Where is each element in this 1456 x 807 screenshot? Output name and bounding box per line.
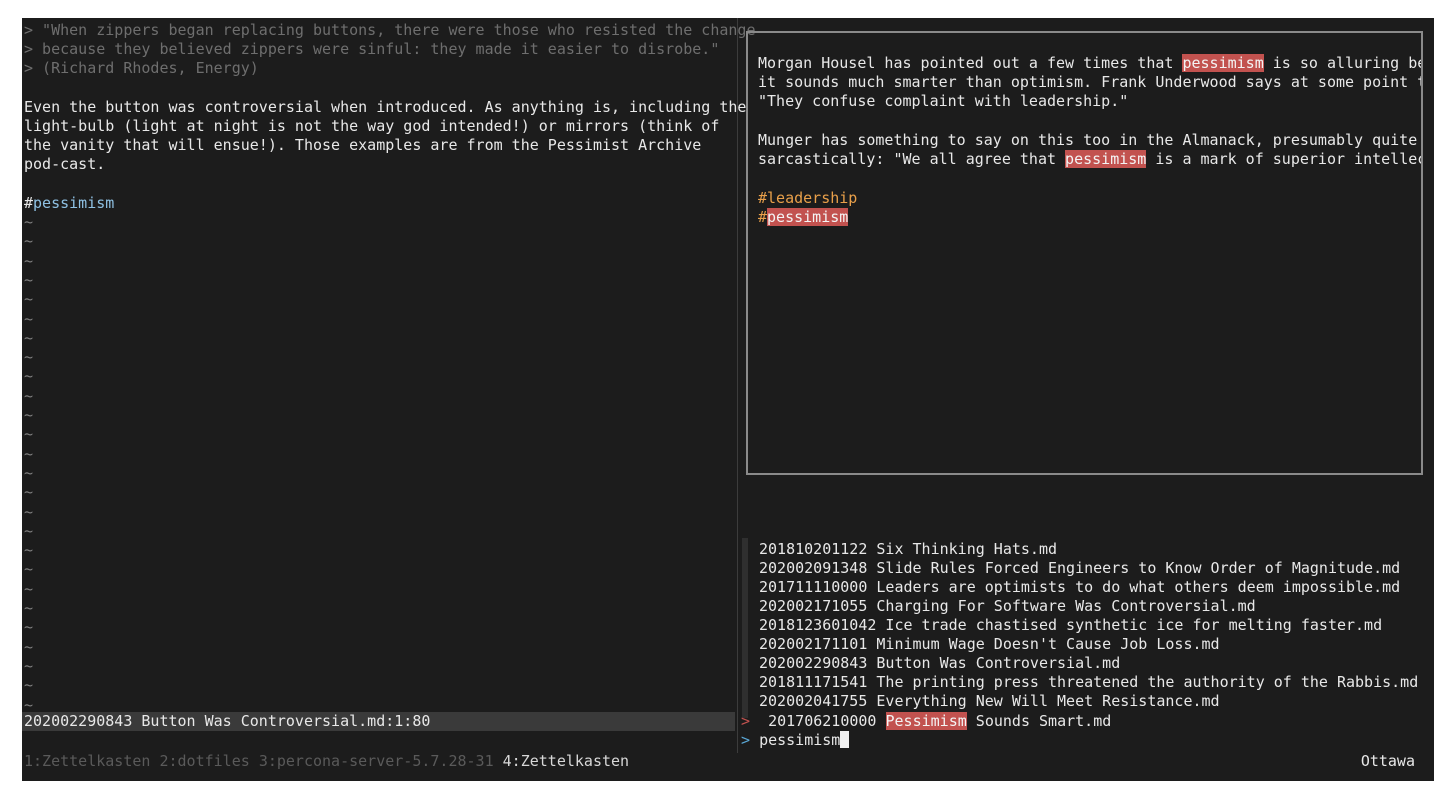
tag-line: #pessimism <box>24 194 114 213</box>
tmux-window[interactable]: 3:percona-server-5.7.28-31 <box>259 752 494 770</box>
quote-line: > "When zippers began replacing buttons,… <box>24 21 756 39</box>
result-item[interactable]: 202002091348 Slide Rules Forced Engineer… <box>759 559 1400 578</box>
editor-status-line: 202002290843 Button Was Controversial.md… <box>22 712 735 731</box>
tilde-marker: ~ <box>24 483 34 502</box>
tilde-marker: ~ <box>24 541 34 560</box>
tilde-marker: ~ <box>24 444 34 463</box>
tag-hash: # <box>758 208 768 226</box>
preview-line: "They confuse complaint with leadership.… <box>758 92 1129 110</box>
match-highlight: pessimism <box>1065 150 1147 168</box>
result-title: Sounds Smart.md <box>966 712 1112 730</box>
preview-tag-leadership: #leadership <box>758 189 858 207</box>
tag-pessimism[interactable]: pessimism <box>33 194 114 212</box>
result-item[interactable]: 202002290843 Button Was Controversial.md <box>759 654 1120 673</box>
tilde-marker: ~ <box>24 328 34 347</box>
tilde-marker: ~ <box>24 618 34 637</box>
tmux-window-list: 1:Zettelkasten 2:dotfiles 3:percona-serv… <box>24 752 629 771</box>
tilde-marker: ~ <box>24 599 34 617</box>
tmux-window[interactable]: 1:Zettelkasten <box>24 752 150 770</box>
tilde-marker: ~ <box>24 290 34 309</box>
tilde-marker: ~ <box>24 560 34 579</box>
preview-line: Munger has something to say on this too … <box>758 131 1418 149</box>
result-item[interactable]: 202002171101 Minimum Wage Doesn't Cause … <box>759 635 1220 654</box>
tilde-marker: ~ <box>24 309 34 328</box>
body-line: pod-cast. <box>24 155 106 173</box>
tilde-marker: ~ <box>24 637 34 656</box>
tmux-window[interactable]: 2:dotfiles <box>159 752 249 770</box>
tmux-session-name: Ottawa <box>1360 752 1415 770</box>
tag-hash: # <box>24 194 34 212</box>
tilde-marker: ~ <box>24 406 34 424</box>
preview-text: Morgan Housel has pointed out a few time… <box>758 54 1183 72</box>
search-prompt[interactable]: > pessimism <box>741 731 850 750</box>
selection-marker-icon: > <box>741 712 751 730</box>
tilde-marker: ~ <box>24 232 34 251</box>
tilde-marker: ~ <box>24 579 34 598</box>
preview-text: is so alluring bec <box>1263 54 1423 72</box>
prompt-chevron-icon: > <box>741 731 751 749</box>
result-id: 201706210000 <box>768 712 886 730</box>
tilde-marker: ~ <box>24 656 34 675</box>
tilde-marker: ~ <box>24 463 34 482</box>
results-gutter <box>742 538 748 718</box>
tilde-marker: ~ <box>24 348 34 367</box>
search-input[interactable]: pessimism <box>759 731 840 749</box>
body-line: light-bulb (light at night is not the wa… <box>24 117 720 135</box>
result-item[interactable]: 201711110000 Leaders are optimists to do… <box>759 578 1400 597</box>
preview-box: Morgan Housel has pointed out a few time… <box>746 31 1423 475</box>
result-item[interactable]: 202002171055 Charging For Software Was C… <box>759 597 1256 616</box>
match-highlight: pessimism <box>767 208 849 226</box>
tilde-marker: ~ <box>24 251 34 270</box>
text-cursor <box>840 731 850 748</box>
result-item[interactable]: 202002041755 Everything New Will Meet Re… <box>759 692 1220 711</box>
tilde-marker: ~ <box>24 502 34 521</box>
body-line: Even the button was controversial when i… <box>24 98 747 116</box>
preview-line: sarcastically: "We all agree that pessim… <box>758 150 1423 169</box>
preview-tag-pessimism: #pessimism <box>758 208 849 227</box>
tilde-marker: ~ <box>24 270 34 289</box>
preview-text: sarcastically: "We all agree that <box>758 150 1066 168</box>
preview-line: Morgan Housel has pointed out a few time… <box>758 54 1423 73</box>
tmux-window-active[interactable]: 4:Zettelkasten <box>503 752 629 770</box>
preview-line: it sounds much smarter than optimism. Fr… <box>758 73 1423 91</box>
pane-divider <box>737 18 738 753</box>
tilde-marker: ~ <box>24 425 34 444</box>
quote-line: > because they believed zippers were sin… <box>24 40 720 58</box>
tilde-marker: ~ <box>24 386 34 405</box>
quote-line: > (Richard Rhodes, Energy) <box>24 59 259 77</box>
result-item[interactable]: 201810201122 Six Thinking Hats.md <box>759 540 1057 559</box>
tilde-marker: ~ <box>24 676 34 695</box>
result-item-selected[interactable]: > 201706210000 Pessimism Sounds Smart.md <box>741 712 1111 731</box>
tilde-marker: ~ <box>24 213 34 231</box>
match-highlight: pessimism <box>1182 54 1264 72</box>
preview-text: is a mark of superior intellect <box>1146 150 1423 168</box>
body-line: the vanity that will ensue!). Those exam… <box>24 136 702 154</box>
result-item[interactable]: 2018123601042 Ice trade chastised synthe… <box>759 616 1382 635</box>
terminal-window: > "When zippers began replacing buttons,… <box>22 18 1434 781</box>
tilde-marker: ~ <box>24 521 34 540</box>
tilde-marker: ~ <box>24 367 34 386</box>
match-highlight: Pessimism <box>885 712 967 730</box>
result-item[interactable]: 201811171541 The printing press threaten… <box>759 673 1418 692</box>
